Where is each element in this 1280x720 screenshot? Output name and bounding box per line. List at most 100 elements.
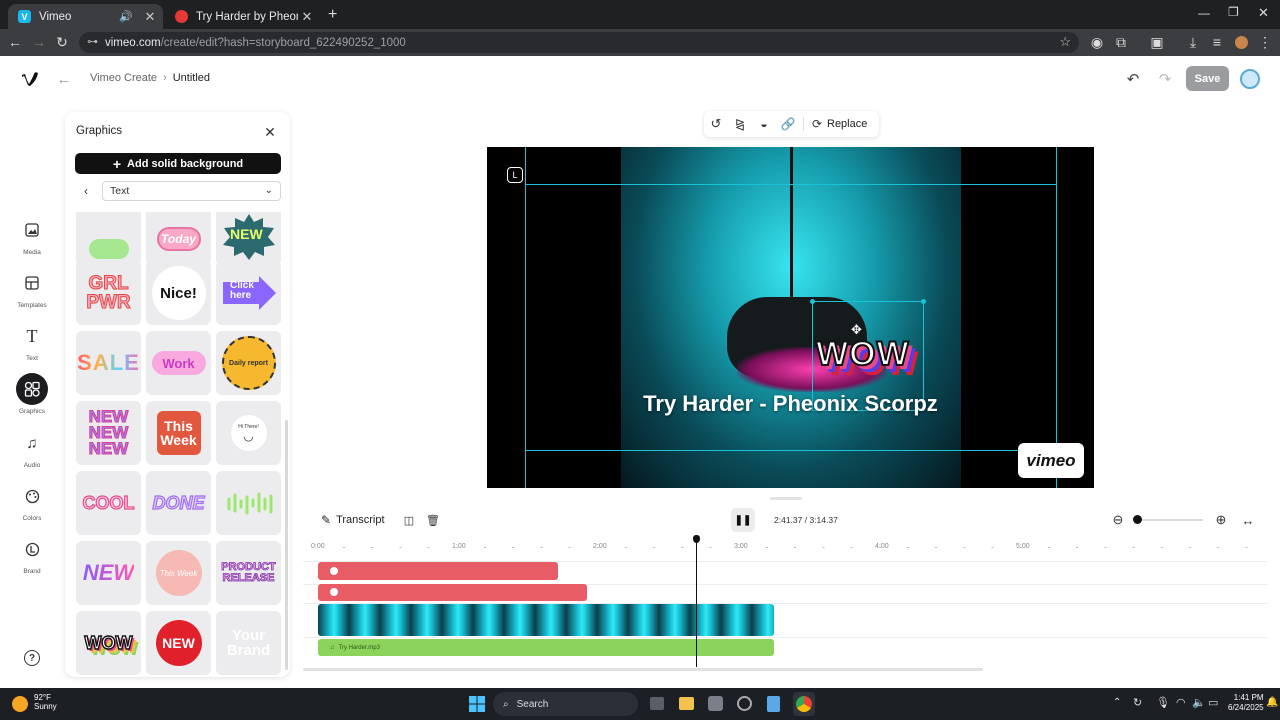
timeline-scrollbar[interactable] — [303, 668, 983, 671]
transcript-button[interactable]: ✎ Transcript — [321, 513, 385, 527]
rotate-icon[interactable]: ↺ — [704, 114, 728, 134]
weather-widget[interactable]: 92°F Sunny — [34, 693, 57, 711]
restore-icon[interactable]: ❐ — [1228, 5, 1239, 19]
sticker-sale[interactable]: SALE — [76, 331, 141, 395]
sticker-nice[interactable]: Nice! — [146, 261, 211, 325]
sticker-grl-pwr[interactable]: GRL PWR — [76, 261, 141, 325]
vimeo-logo-icon[interactable] — [20, 70, 40, 88]
redo-icon[interactable]: ↷ — [1156, 70, 1174, 88]
rail-audio[interactable]: ♫ Audio — [14, 427, 50, 470]
zoom-slider-thumb[interactable] — [1133, 515, 1142, 524]
zoom-in-icon[interactable]: ⊕ — [1214, 512, 1228, 527]
tray-chevron-icon[interactable]: ⌃ — [1113, 697, 1121, 708]
canvas-wow-sticker[interactable]: WOW — [815, 334, 910, 374]
split-icon[interactable]: ◫ — [402, 513, 416, 527]
tab-youtube[interactable]: Try Harder by Pheonix_Variety | ✕ — [165, 4, 320, 29]
media-control-icon[interactable]: ≡ — [1209, 34, 1225, 50]
rail-graphics[interactable]: Graphics — [14, 373, 50, 415]
breadcrumb-root[interactable]: Vimeo Create — [90, 72, 157, 84]
puzzle-icon[interactable]: ⧉ — [1113, 34, 1129, 50]
sticker-done[interactable]: DONE — [146, 471, 211, 535]
video-track[interactable] — [318, 604, 774, 636]
sticker-new-new-new[interactable]: NEW NEW NEW — [76, 401, 141, 465]
sidepanel-icon[interactable]: ▣ — [1149, 34, 1165, 50]
minimize-icon[interactable]: — — [1198, 6, 1210, 20]
forward-icon[interactable]: → — [31, 34, 47, 50]
zoom-slider[interactable] — [1133, 515, 1203, 524]
close-tab-icon[interactable]: ✕ — [298, 9, 316, 25]
notification-bell-icon[interactable]: 🔔 — [1266, 697, 1278, 708]
sticker-daily-report[interactable]: Daily report — [216, 331, 281, 395]
sticker-hi-there[interactable]: Hi There! ◡ — [216, 401, 281, 465]
playhead-handle[interactable] — [693, 535, 700, 543]
project-title[interactable]: Untitled — [173, 72, 210, 84]
replace-button[interactable]: Replace — [827, 118, 867, 130]
save-button[interactable]: Save — [1186, 66, 1229, 91]
sticker-today[interactable]: Today — [146, 212, 211, 266]
undo-icon[interactable]: ↶ — [1124, 70, 1142, 88]
new-tab-icon[interactable]: + — [328, 6, 337, 24]
tab-vimeo[interactable]: V Vimeo 🔊 ✕ — [8, 4, 163, 29]
windows-start-icon[interactable] — [469, 696, 485, 712]
fit-width-icon[interactable]: ↔ — [1241, 513, 1255, 528]
sticker-wave[interactable] — [216, 471, 281, 535]
category-select[interactable]: Text ⌄ — [102, 181, 281, 201]
speaker-icon[interactable]: 🔊 — [119, 10, 133, 23]
sticker-work[interactable]: Work — [146, 331, 211, 395]
task-view-icon[interactable] — [650, 697, 664, 710]
taskbar-search[interactable]: ⌕ Search — [493, 692, 638, 716]
sticker-your-brand[interactable]: Your Brand — [216, 611, 281, 675]
address-bar[interactable]: ⊶ vimeo.com/create/edit?hash=storyboard_… — [79, 32, 1079, 53]
sticker-this-week-circle[interactable]: This Week — [146, 541, 211, 605]
zoom-out-icon[interactable]: ⊖ — [1111, 512, 1125, 527]
wifi-icon[interactable]: ◠ — [1176, 696, 1186, 709]
rail-templates[interactable]: Templates — [14, 267, 50, 309]
close-panel-icon[interactable]: ✕ — [262, 124, 278, 140]
sticker-new-script[interactable]: NEW — [76, 541, 141, 605]
app-icon[interactable] — [737, 696, 752, 711]
link-icon[interactable]: 🔗 — [776, 114, 800, 134]
replace-icon[interactable]: ⟳ — [807, 114, 827, 134]
file-explorer-icon[interactable] — [679, 697, 694, 710]
sticker-this-week[interactable]: This Week — [146, 401, 211, 465]
close-tab-icon[interactable]: ✕ — [141, 9, 159, 25]
playhead-line[interactable] — [696, 537, 697, 667]
add-solid-background-button[interactable]: + Add solid background — [75, 153, 281, 174]
sticker-green-partial[interactable] — [76, 212, 141, 266]
sync-icon[interactable]: ↻ — [1133, 696, 1142, 709]
bookmark-star-icon[interactable]: ☆ — [1059, 34, 1071, 50]
chrome-taskbar-button[interactable] — [793, 692, 815, 716]
panel-scrollbar[interactable] — [285, 420, 288, 670]
text-track-title[interactable] — [318, 584, 587, 601]
back-arrow-icon[interactable]: ← — [55, 70, 73, 88]
microphone-icon[interactable]: 🎙 — [1156, 696, 1170, 709]
timeline[interactable]: 0:00 1:00 2:00 3:00 4:00 5:00 ♫Try Harde… — [303, 535, 1268, 671]
video-title-overlay[interactable]: Try Harder - Pheonix Scorpz — [487, 391, 1094, 417]
trash-icon[interactable]: 🗑 — [426, 513, 440, 527]
sticker-new-red[interactable]: NEW — [146, 611, 211, 675]
extension-icon[interactable]: ◉ — [1089, 34, 1105, 50]
flip-icon[interactable]: ⧎ — [728, 114, 752, 134]
chrome-menu-icon[interactable]: ⋮ — [1257, 34, 1273, 50]
site-info-icon[interactable]: ⊶ — [87, 35, 98, 48]
audio-track[interactable]: ♫ Try Harder.mp3 — [318, 639, 774, 656]
battery-icon[interactable]: ▭ — [1208, 696, 1218, 709]
graphic-track-wow[interactable] — [318, 562, 558, 580]
avatar[interactable] — [1240, 69, 1260, 89]
profile-icon[interactable] — [1233, 34, 1249, 50]
rail-media[interactable]: Media — [14, 214, 50, 256]
back-icon[interactable]: ← — [7, 34, 23, 50]
video-preview[interactable]: L ✥ WOW Try Harder - Pheonix Scorpz vime… — [487, 147, 1094, 488]
rail-colors[interactable]: Colors — [14, 480, 50, 522]
opacity-icon[interactable]: ◒ — [752, 114, 776, 134]
close-window-icon[interactable]: ✕ — [1258, 5, 1269, 21]
pause-button[interactable]: ❚❚ — [731, 508, 755, 532]
rail-brand[interactable]: Brand — [14, 533, 50, 575]
rail-text[interactable]: T Text — [14, 320, 50, 363]
reload-icon[interactable]: ↻ — [54, 34, 70, 50]
sticker-click-here[interactable]: Click here — [216, 261, 281, 325]
sticker-product-release[interactable]: PRODUCT RELEASE — [216, 541, 281, 605]
sticker-cool[interactable]: COOL — [76, 471, 141, 535]
volume-icon[interactable]: 🔈 — [1192, 696, 1206, 709]
resize-grabber[interactable] — [770, 497, 802, 500]
